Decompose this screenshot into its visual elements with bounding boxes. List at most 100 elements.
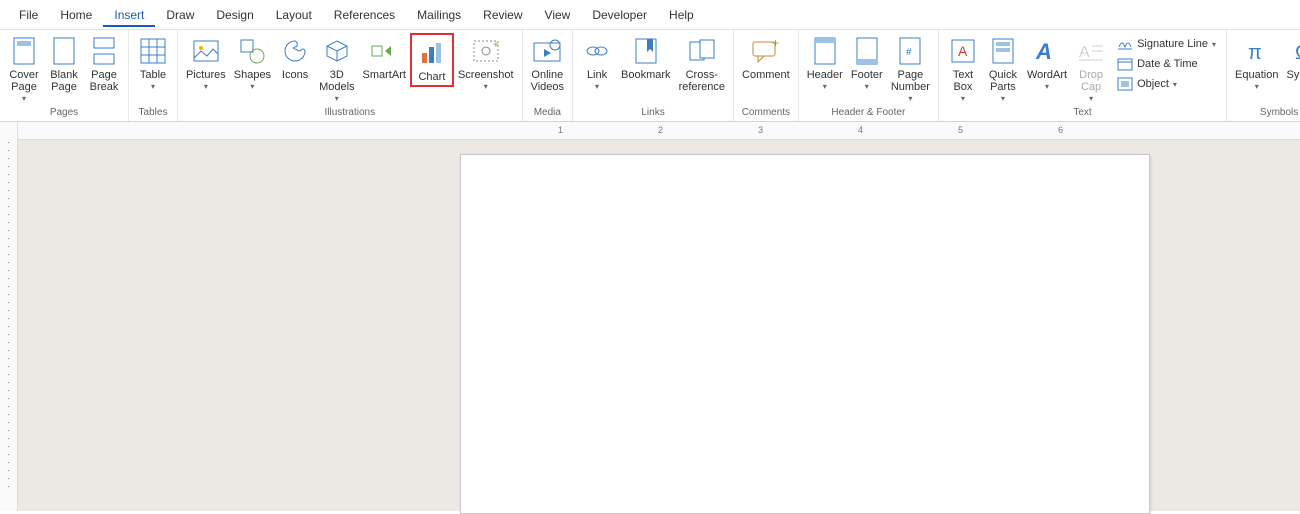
chevron-down-icon: ▾ (1089, 94, 1093, 103)
cover-page-icon (8, 35, 40, 67)
quick-parts-button[interactable]: Quick Parts ▾ (983, 33, 1023, 105)
svg-text:+: + (772, 39, 779, 50)
smartart-button[interactable]: SmartArt (359, 33, 410, 83)
drop-cap-icon: A (1075, 35, 1107, 67)
group-media: Online Videos Media (523, 30, 573, 121)
svg-text:A: A (1079, 44, 1090, 61)
chevron-down-icon: ▾ (823, 82, 827, 91)
tab-home[interactable]: Home (49, 2, 103, 27)
group-tables: Table ▾ Tables (129, 30, 178, 121)
tab-design[interactable]: Design (205, 2, 264, 27)
group-comments: + Comment Comments (734, 30, 799, 121)
group-label-headerfooter: Header & Footer (803, 105, 934, 121)
tab-review[interactable]: Review (472, 2, 533, 27)
page-break-button[interactable]: Page Break (84, 33, 124, 95)
chart-button[interactable]: Chart (410, 33, 454, 87)
smartart-icon (368, 35, 400, 67)
tab-file[interactable]: File (8, 2, 49, 27)
quick-parts-icon (987, 35, 1019, 67)
chevron-down-icon: ▾ (961, 94, 965, 103)
comment-button[interactable]: + Comment (738, 33, 794, 83)
tab-references[interactable]: References (323, 2, 406, 27)
screenshot-button[interactable]: + Screenshot ▾ (454, 33, 518, 93)
tab-mailings[interactable]: Mailings (406, 2, 472, 27)
tab-view[interactable]: View (534, 2, 582, 27)
tab-developer[interactable]: Developer (581, 2, 658, 27)
3d-models-button[interactable]: 3D Models ▾ (315, 33, 358, 105)
group-text: A Text Box ▾ Quick Parts ▾ A WordArt ▾ A… (939, 30, 1227, 121)
ruler-tick: 6 (1058, 125, 1063, 135)
signature-icon (1117, 36, 1133, 52)
group-symbols: π Equation ▾ Ω Symbol ▾ Symbols (1227, 30, 1300, 121)
pictures-icon (190, 35, 222, 67)
group-label-illustrations: Illustrations (182, 105, 518, 121)
date-time-button[interactable]: Date & Time (1115, 55, 1218, 73)
pictures-button[interactable]: Pictures ▾ (182, 33, 230, 93)
tab-insert[interactable]: Insert (103, 2, 155, 27)
vertical-ruler[interactable] (0, 122, 18, 511)
cube-icon (321, 35, 353, 67)
chevron-down-icon: ▾ (865, 82, 869, 91)
chevron-down-icon: ▾ (595, 82, 599, 91)
chart-icon (416, 37, 448, 69)
page-number-button[interactable]: # Page Number ▾ (887, 33, 934, 105)
svg-text:A: A (958, 43, 968, 59)
page-break-icon (88, 35, 120, 67)
page-number-icon: # (894, 35, 926, 67)
shapes-button[interactable]: Shapes ▾ (230, 33, 275, 93)
equation-button[interactable]: π Equation ▾ (1231, 33, 1282, 93)
document-area: 1 2 3 4 5 6 (0, 122, 1300, 511)
svg-text:Ω: Ω (1295, 42, 1300, 63)
group-illustrations: Pictures ▾ Shapes ▾ Icons 3D Models ▾ Sm… (178, 30, 523, 121)
group-links: Link ▾ Bookmark Cross- reference Links (573, 30, 734, 121)
chevron-down-icon: ▾ (151, 82, 155, 91)
icons-icon (279, 35, 311, 67)
menu-tabs: File Home Insert Draw Design Layout Refe… (0, 0, 1300, 30)
comment-icon: + (750, 35, 782, 67)
horizontal-ruler[interactable]: 1 2 3 4 5 6 (18, 122, 1300, 140)
tab-draw[interactable]: Draw (155, 2, 205, 27)
text-box-button[interactable]: A Text Box ▾ (943, 33, 983, 105)
blank-page-button[interactable]: Blank Page (44, 33, 84, 95)
footer-button[interactable]: Footer ▾ (847, 33, 887, 93)
ribbon: Cover Page ▾ Blank Page Page Break Pages… (0, 30, 1300, 122)
chevron-down-icon: ▾ (250, 82, 254, 91)
ruler-tick: 1 (558, 125, 563, 135)
object-button[interactable]: Object ▾ (1115, 75, 1218, 93)
chevron-down-icon: ▾ (22, 94, 26, 103)
bookmark-icon (630, 35, 662, 67)
svg-text:π: π (1248, 42, 1262, 63)
cover-page-button[interactable]: Cover Page ▾ (4, 33, 44, 105)
tab-layout[interactable]: Layout (265, 2, 323, 27)
header-button[interactable]: Header ▾ (803, 33, 847, 93)
group-headerfooter: Header ▾ Footer ▾ # Page Number ▾ Header… (799, 30, 939, 121)
online-videos-button[interactable]: Online Videos (527, 33, 568, 95)
blank-page-icon (48, 35, 80, 67)
svg-text:#: # (906, 47, 912, 58)
tab-help[interactable]: Help (658, 2, 705, 27)
chevron-down-icon: ▾ (204, 82, 208, 91)
symbol-icon: Ω (1289, 35, 1300, 67)
table-button[interactable]: Table ▾ (133, 33, 173, 93)
video-icon (531, 35, 563, 67)
icons-button[interactable]: Icons (275, 33, 315, 83)
cross-reference-button[interactable]: Cross- reference (675, 33, 729, 95)
symbol-button[interactable]: Ω Symbol ▾ (1282, 33, 1300, 93)
group-label-links: Links (577, 105, 729, 121)
bookmark-button[interactable]: Bookmark (617, 33, 675, 83)
chevron-down-icon: ▾ (484, 82, 488, 91)
group-label-comments: Comments (738, 105, 794, 121)
chevron-down-icon: ▾ (1045, 82, 1049, 91)
document-page[interactable] (460, 154, 1150, 514)
drop-cap-button[interactable]: A Drop Cap ▾ (1071, 33, 1111, 105)
chevron-down-icon: ▾ (1001, 94, 1005, 103)
ruler-tick: 5 (958, 125, 963, 135)
signature-line-button[interactable]: Signature Line ▾ (1115, 35, 1218, 53)
group-label-pages: Pages (4, 105, 124, 121)
group-pages: Cover Page ▾ Blank Page Page Break Pages (0, 30, 129, 121)
object-icon (1117, 76, 1133, 92)
footer-icon (851, 35, 883, 67)
link-button[interactable]: Link ▾ (577, 33, 617, 93)
chevron-down-icon: ▾ (1212, 40, 1216, 49)
wordart-button[interactable]: A WordArt ▾ (1023, 33, 1071, 93)
